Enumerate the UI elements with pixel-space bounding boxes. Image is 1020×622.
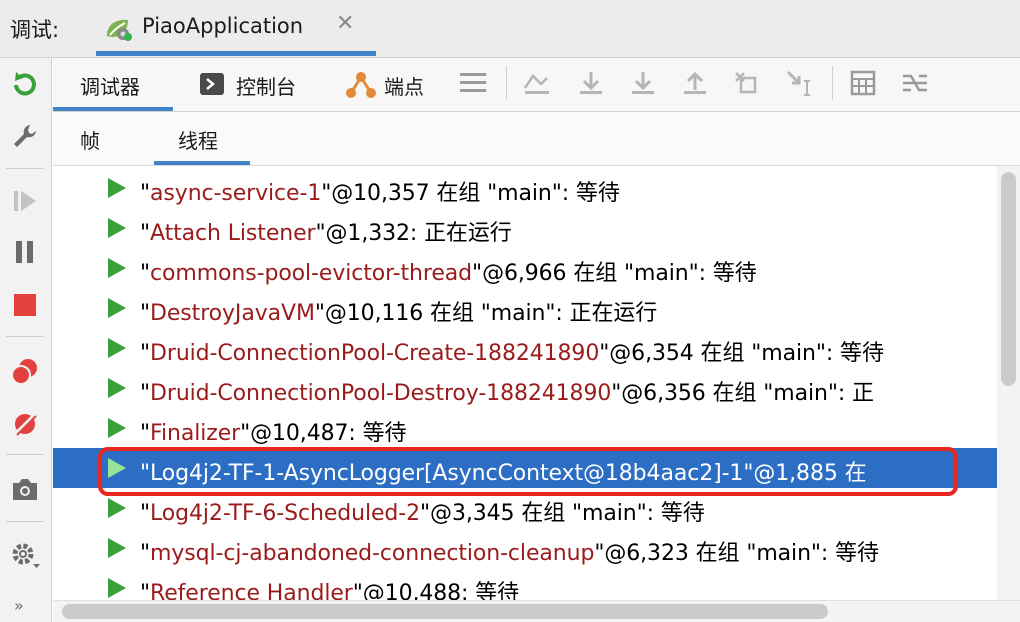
thread-row[interactable]: "mysql-cj-abandoned-connection-cleanup"@… (53, 528, 997, 568)
thread-row[interactable]: "Reference Handler"@10,488: 等待 (53, 568, 997, 600)
thread-label: "DestroyJavaVM"@10,116 在组 "main": 正在运行 (140, 301, 658, 326)
tab-frames[interactable]: 帧 (80, 125, 100, 154)
endpoints-icon (344, 70, 378, 100)
tab-debugger-label: 调试器 (80, 74, 140, 99)
running-thread-icon (108, 218, 126, 238)
running-thread-icon (108, 578, 126, 598)
step-out-icon[interactable] (680, 68, 710, 98)
active-tab-indicator (154, 161, 250, 165)
evaluate-expression-icon[interactable] (848, 68, 878, 98)
vertical-scrollbar-thumb[interactable] (1001, 172, 1016, 386)
tab-console[interactable]: 控制台 (236, 58, 296, 112)
thread-row[interactable]: "Finalizer"@10,487: 等待 (53, 408, 997, 448)
toolbar-separator (832, 66, 833, 100)
expand-icon[interactable]: » (14, 596, 24, 615)
step-into-icon[interactable] (628, 68, 658, 98)
thread-label: "Reference Handler"@10,488: 等待 (140, 581, 520, 600)
thread-label: "Finalizer"@10,487: 等待 (140, 421, 407, 446)
tab-console-label: 控制台 (236, 74, 296, 99)
drop-frame-icon[interactable] (732, 68, 762, 98)
console-icon (200, 73, 224, 95)
close-icon[interactable]: ✕ (336, 11, 354, 36)
rerun-icon[interactable] (6, 65, 44, 103)
running-thread-icon (108, 538, 126, 558)
tab-endpoints-label: 端点 (384, 74, 424, 99)
active-tab-indicator (96, 51, 376, 56)
toolbar-separator (6, 336, 44, 337)
running-thread-icon (108, 258, 126, 278)
stop-icon[interactable] (6, 286, 44, 324)
app-tab-label: PiaoApplication (142, 14, 304, 38)
debug-label: 调试: (10, 18, 60, 42)
settings-icon[interactable] (6, 537, 44, 575)
camera-icon[interactable] (6, 470, 44, 508)
highlight-annotation-box (98, 447, 958, 496)
toolbar-separator (506, 66, 507, 100)
thread-label: "Attach Listener"@1,332: 正在运行 (140, 221, 512, 246)
mute-breakpoints-icon[interactable] (6, 405, 44, 443)
show-execution-point-icon[interactable] (522, 68, 552, 98)
run-to-cursor-icon[interactable] (784, 68, 814, 98)
thread-row[interactable]: "async-service-1"@10,357 在组 "main": 等待 (53, 168, 997, 208)
thread-row[interactable]: "DestroyJavaVM"@10,116 在组 "main": 正在运行 (53, 288, 997, 328)
thread-label: "Druid-ConnectionPool-Create-188241890"@… (140, 341, 884, 366)
thread-label: "Druid-ConnectionPool-Destroy-188241890"… (140, 381, 874, 406)
thread-label: "Log4j2-TF-6-Scheduled-2"@3,345 在组 "main… (140, 501, 705, 526)
thread-row[interactable]: "Druid-ConnectionPool-Create-188241890"@… (53, 328, 997, 368)
view-breakpoints-icon[interactable] (6, 352, 44, 390)
step-over-icon[interactable] (576, 68, 606, 98)
thread-row[interactable]: "commons-pool-evictor-thread"@6,966 在组 "… (53, 248, 997, 288)
spring-boot-app-icon (104, 16, 134, 42)
running-thread-icon (108, 178, 126, 198)
thread-row[interactable]: "Attach Listener"@1,332: 正在运行 (53, 208, 997, 248)
tab-threads[interactable]: 线程 (178, 125, 218, 154)
hamburger-menu-icon[interactable] (458, 68, 488, 98)
active-tab-indicator (53, 107, 173, 111)
thread-label: "mysql-cj-abandoned-connection-cleanup"@… (140, 541, 879, 566)
thread-label: "async-service-1"@10,357 在组 "main": 等待 (140, 181, 620, 206)
thread-row[interactable]: "Druid-ConnectionPool-Destroy-188241890"… (53, 368, 997, 408)
trace-current-stream-icon[interactable] (900, 68, 930, 98)
resume-icon[interactable] (6, 182, 44, 220)
running-thread-icon (108, 418, 126, 438)
pause-icon[interactable] (6, 233, 44, 271)
running-thread-icon (108, 338, 126, 358)
thread-label: "commons-pool-evictor-thread"@6,966 在组 "… (140, 261, 757, 286)
tab-debugger[interactable]: 调试器 (80, 58, 140, 112)
horizontal-scrollbar-thumb[interactable] (62, 604, 828, 619)
toolbar-separator (6, 521, 44, 522)
running-thread-icon (108, 498, 126, 518)
wrench-icon[interactable] (6, 117, 44, 155)
running-thread-icon (108, 298, 126, 318)
toolbar-separator (6, 168, 44, 169)
threads-list[interactable]: "async-service-1"@10,357 在组 "main": 等待 "… (53, 166, 997, 600)
running-thread-icon (108, 378, 126, 398)
toolbar-separator (6, 454, 44, 455)
tab-endpoints[interactable]: 端点 (384, 58, 424, 112)
